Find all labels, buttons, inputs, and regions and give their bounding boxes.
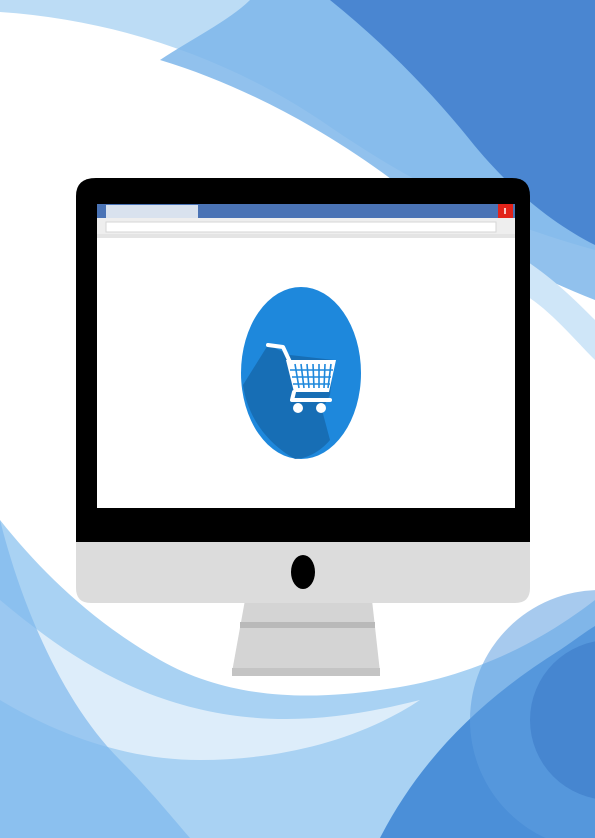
stand-base bbox=[232, 668, 380, 676]
browser-tab[interactable] bbox=[106, 205, 198, 218]
illustration-canvas bbox=[0, 0, 595, 838]
browser-separator bbox=[97, 234, 515, 238]
stand-neck bbox=[232, 600, 380, 672]
camera-icon bbox=[291, 555, 315, 589]
monitor-stand bbox=[232, 600, 380, 676]
cart-wheel-left bbox=[293, 403, 303, 413]
cart-wheel-right bbox=[316, 403, 326, 413]
address-bar[interactable] bbox=[105, 221, 497, 233]
stand-shadow bbox=[240, 622, 375, 628]
shopping-cart-badge[interactable] bbox=[241, 287, 361, 459]
